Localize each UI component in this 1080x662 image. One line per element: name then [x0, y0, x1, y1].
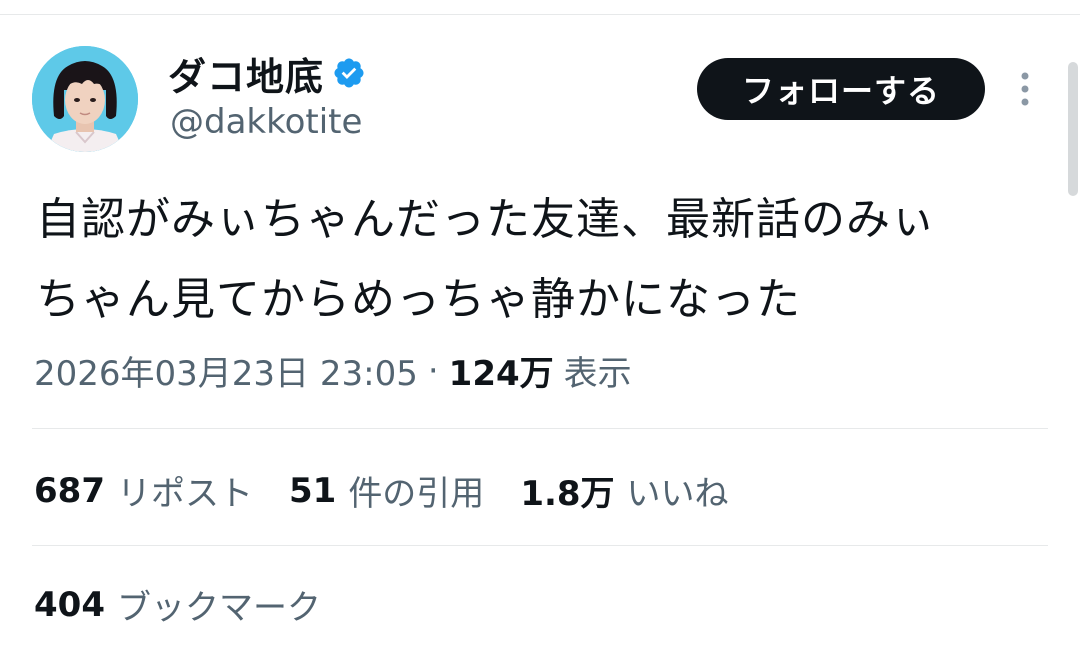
- quotes-label: 件の引用: [348, 474, 485, 514]
- quotes-count: 51: [288, 470, 337, 511]
- top-divider: [0, 14, 1080, 15]
- user-handle[interactable]: @dakkotite: [170, 102, 362, 142]
- divider: [32, 545, 1048, 546]
- scrollbar[interactable]: [1068, 62, 1078, 196]
- engagement-stats: 687 リポスト 51 件の引用 1.8万 いいね: [34, 466, 765, 515]
- tweet-timestamp[interactable]: 2026年03月23日 23:05: [34, 346, 418, 395]
- reposts-stat[interactable]: 687 リポスト: [34, 466, 253, 515]
- likes-count: 1.8万: [520, 474, 615, 514]
- reposts-label: リポスト: [116, 474, 253, 514]
- tweet-text-line: 自認がみぃちゃんだった友達、最新話のみぃ: [36, 194, 936, 245]
- display-name-text[interactable]: ダコ地底: [168, 46, 324, 101]
- views-count: 124万: [448, 354, 554, 394]
- tweet-text: 自認がみぃちゃんだった友達、最新話のみぃ ちゃん見てからめっちゃ静かになった: [36, 180, 1046, 340]
- verified-badge-icon[interactable]: [332, 56, 366, 90]
- views-label: 表示: [563, 354, 632, 394]
- meta-separator: ·: [427, 350, 439, 391]
- tweet-text-line: ちゃん見てからめっちゃ静かになった: [36, 274, 801, 325]
- display-name[interactable]: ダコ地底: [168, 46, 366, 100]
- tweet-meta: 2026年03月23日 23:05 · 124万 表示: [34, 346, 632, 395]
- divider: [32, 428, 1048, 429]
- likes-label: いいね: [626, 474, 729, 514]
- quotes-stat[interactable]: 51 件の引用: [289, 466, 484, 515]
- likes-stat[interactable]: 1.8万 いいね: [520, 466, 728, 515]
- follow-button[interactable]: フォローする: [697, 58, 985, 120]
- bookmarks-count: 404: [34, 584, 105, 625]
- avatar-image: [32, 46, 138, 152]
- reposts-count: 687: [34, 470, 105, 511]
- avatar[interactable]: [32, 46, 138, 152]
- more-vertical-icon[interactable]: [1014, 70, 1036, 110]
- bookmarks-stat[interactable]: 404 ブックマーク: [34, 580, 357, 629]
- bookmarks-label: ブックマーク: [116, 588, 321, 628]
